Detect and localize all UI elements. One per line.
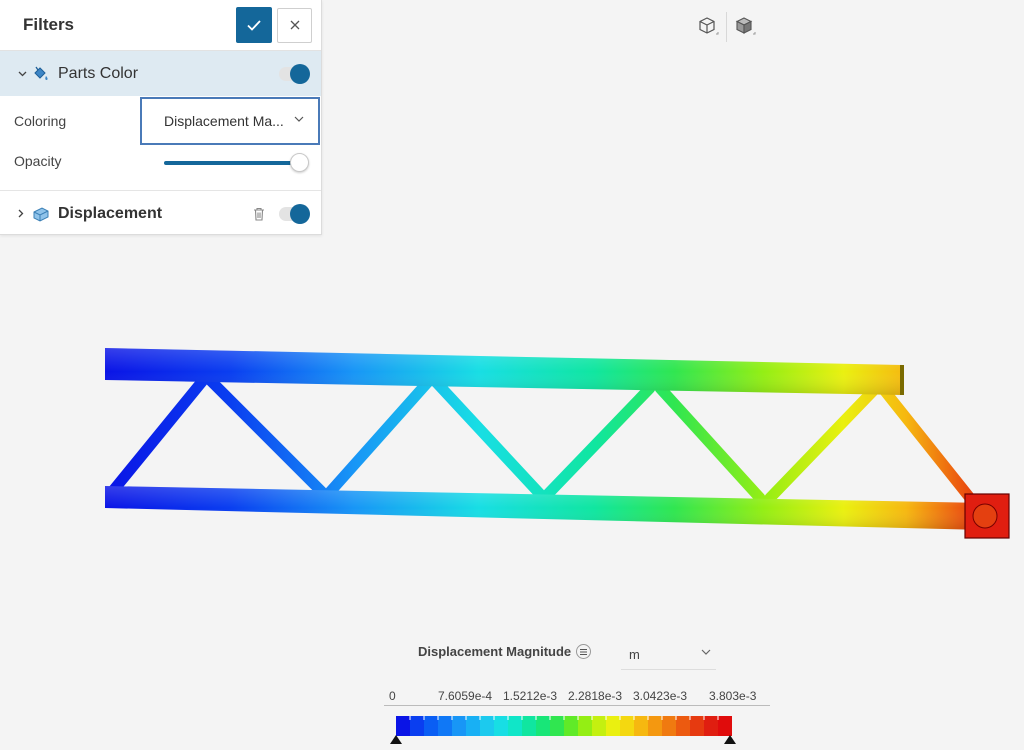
parts-color-toggle[interactable] <box>279 63 310 84</box>
colorbar-segment <box>508 716 523 736</box>
parts-color-label: Parts Color <box>58 64 139 82</box>
colorbar-segment <box>592 716 607 736</box>
trash-icon[interactable] <box>253 207 265 221</box>
checkmark-icon <box>247 19 261 31</box>
legend-colorbar <box>396 716 732 736</box>
coloring-select[interactable]: Displacement Ma... <box>140 97 320 145</box>
displacement-icon <box>32 205 50 223</box>
legend-tick: 3.803e-3 <box>709 689 757 703</box>
colorbar-segment <box>662 716 677 736</box>
legend-header: Displacement Magnitude <box>418 644 592 659</box>
colorbar-segment <box>522 716 537 736</box>
colorbar-segment <box>690 716 705 736</box>
colorbar-segment <box>564 716 579 736</box>
colorbar-segment <box>452 716 467 736</box>
colorbar-segment <box>718 716 732 736</box>
opacity-slider-thumb[interactable] <box>290 153 309 172</box>
coloring-row: Coloring Displacement Ma... <box>0 97 321 145</box>
colorbar-segment <box>606 716 621 736</box>
colorbar-segment <box>424 716 439 736</box>
colorbar-segment <box>648 716 663 736</box>
colorbar-segment <box>620 716 635 736</box>
colorbar-segment <box>704 716 719 736</box>
colorbar-segment <box>536 716 551 736</box>
range-min-marker[interactable] <box>390 735 402 744</box>
colorbar-segment <box>480 716 495 736</box>
legend-axis-line <box>384 705 770 706</box>
wireframe-view-button[interactable] <box>690 12 726 42</box>
colorbar-segment <box>466 716 481 736</box>
chevron-down-icon[interactable] <box>18 71 30 77</box>
filters-panel: Filters Parts Color Coloring Displacemen… <box>0 0 322 235</box>
parts-color-row[interactable]: Parts Color <box>0 51 321 96</box>
legend-menu-icon[interactable] <box>576 644 592 659</box>
opacity-slider-track[interactable] <box>164 161 299 165</box>
displacement-toggle[interactable] <box>279 203 310 224</box>
colorbar-segment <box>396 716 411 736</box>
filters-header: Filters <box>0 0 321 51</box>
solid-cube-icon <box>735 17 756 35</box>
legend-tick: 7.6059e-4 <box>438 689 493 703</box>
unit-select[interactable]: m <box>621 640 716 670</box>
colorbar-segment <box>676 716 691 736</box>
legend-tick: 1.5212e-3 <box>503 689 558 703</box>
colorbar-segment <box>550 716 565 736</box>
displacement-row[interactable]: Displacement <box>0 191 321 236</box>
solid-view-button[interactable] <box>727 12 763 42</box>
legend-tick: 3.0423e-3 <box>633 689 688 703</box>
chevron-right-icon[interactable] <box>18 209 30 218</box>
colorbar-segment <box>494 716 509 736</box>
colorbar-segment <box>438 716 453 736</box>
chevron-down-icon <box>294 116 304 122</box>
coloring-value: Displacement Ma... <box>164 113 284 129</box>
legend-tick: 2.2818e-3 <box>568 689 623 703</box>
unit-value: m <box>629 647 640 662</box>
colorbar-segment <box>578 716 593 736</box>
panel-title: Filters <box>23 15 75 34</box>
close-button[interactable] <box>277 7 312 43</box>
legend-title: Displacement Magnitude <box>418 644 572 659</box>
apply-button[interactable] <box>236 7 272 43</box>
displacement-label: Displacement <box>58 204 163 222</box>
chevron-down-icon <box>701 649 711 655</box>
coloring-label: Coloring <box>14 113 67 129</box>
truss-model[interactable] <box>0 300 1024 560</box>
opacity-row: Opacity <box>0 141 321 181</box>
view-toolbar <box>690 12 763 42</box>
legend-tick: 0 <box>389 689 396 703</box>
paint-bucket-icon <box>32 65 50 83</box>
close-icon <box>290 20 299 30</box>
wireframe-cube-icon <box>699 17 719 35</box>
colorbar-segment <box>634 716 649 736</box>
range-max-marker[interactable] <box>724 735 736 744</box>
colorbar-segment <box>410 716 425 736</box>
opacity-label: Opacity <box>14 153 62 169</box>
